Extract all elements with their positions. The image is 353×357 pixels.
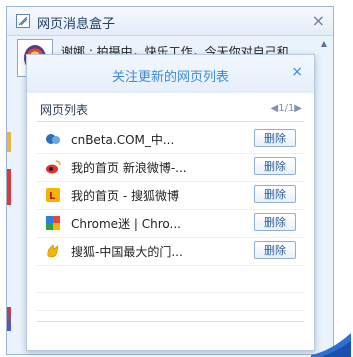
svg-text:L: L	[49, 191, 56, 202]
dialog-footer-divider	[37, 321, 304, 322]
dialog-header: 关注更新的网页列表 ×	[27, 55, 314, 93]
delete-button[interactable]: 删除	[254, 185, 296, 203]
window-titlebar: 网页消息盒子 ×	[7, 7, 333, 36]
delete-button[interactable]: 删除	[254, 241, 296, 259]
sohu-weibo-icon: L	[46, 188, 60, 202]
delete-button[interactable]: 删除	[254, 157, 296, 175]
window-title: 网页消息盒子	[37, 17, 116, 32]
list-header: 网页列表 ◀1/1▶	[37, 101, 304, 122]
empty-row	[37, 291, 304, 293]
item-name[interactable]: Chrome迷 | Chro...	[71, 215, 181, 232]
list-label: 网页列表	[40, 103, 89, 117]
item-name[interactable]: 我的首页 新浪微博-...	[71, 159, 187, 176]
watched-pages-dialog: 关注更新的网页列表 × 网页列表 ◀1/1▶ cnBeta.COM_中... 删…	[26, 54, 315, 351]
item-name[interactable]: 我的首页 - 搜狐微博	[71, 187, 179, 204]
side-decoration-1	[7, 132, 11, 152]
list-item: 搜狐-中国最大的门... 删除	[37, 237, 304, 266]
empty-row	[37, 309, 304, 311]
list-item: Chrome迷 | Chro... 删除	[37, 209, 304, 238]
sohu-icon	[47, 244, 59, 258]
list-item: L 我的首页 - 搜狐微博 删除	[37, 181, 304, 210]
side-decoration-2	[7, 169, 11, 205]
feather-icon	[16, 14, 30, 28]
pager[interactable]: ◀1/1▶	[271, 103, 302, 114]
dialog-title: 关注更新的网页列表	[111, 70, 229, 85]
dialog-close-button[interactable]: ×	[291, 64, 303, 80]
weibo-icon	[46, 160, 61, 174]
chrome-icon	[46, 216, 60, 230]
item-name[interactable]: cnBeta.COM_中...	[71, 131, 174, 148]
delete-button[interactable]: 删除	[254, 129, 296, 147]
delete-button[interactable]: 删除	[254, 213, 296, 231]
item-name[interactable]: 搜狐-中国最大的门...	[71, 243, 183, 260]
list-item: cnBeta.COM_中... 删除	[37, 125, 304, 154]
scroll-up-arrow-icon[interactable]: ▲	[319, 39, 329, 51]
list-item: 我的首页 新浪微博-... 删除	[37, 153, 304, 182]
corner-decoration	[311, 333, 351, 357]
cnbeta-icon	[46, 134, 60, 144]
window-close-button[interactable]: ×	[312, 11, 325, 30]
side-decoration-3	[7, 307, 11, 331]
